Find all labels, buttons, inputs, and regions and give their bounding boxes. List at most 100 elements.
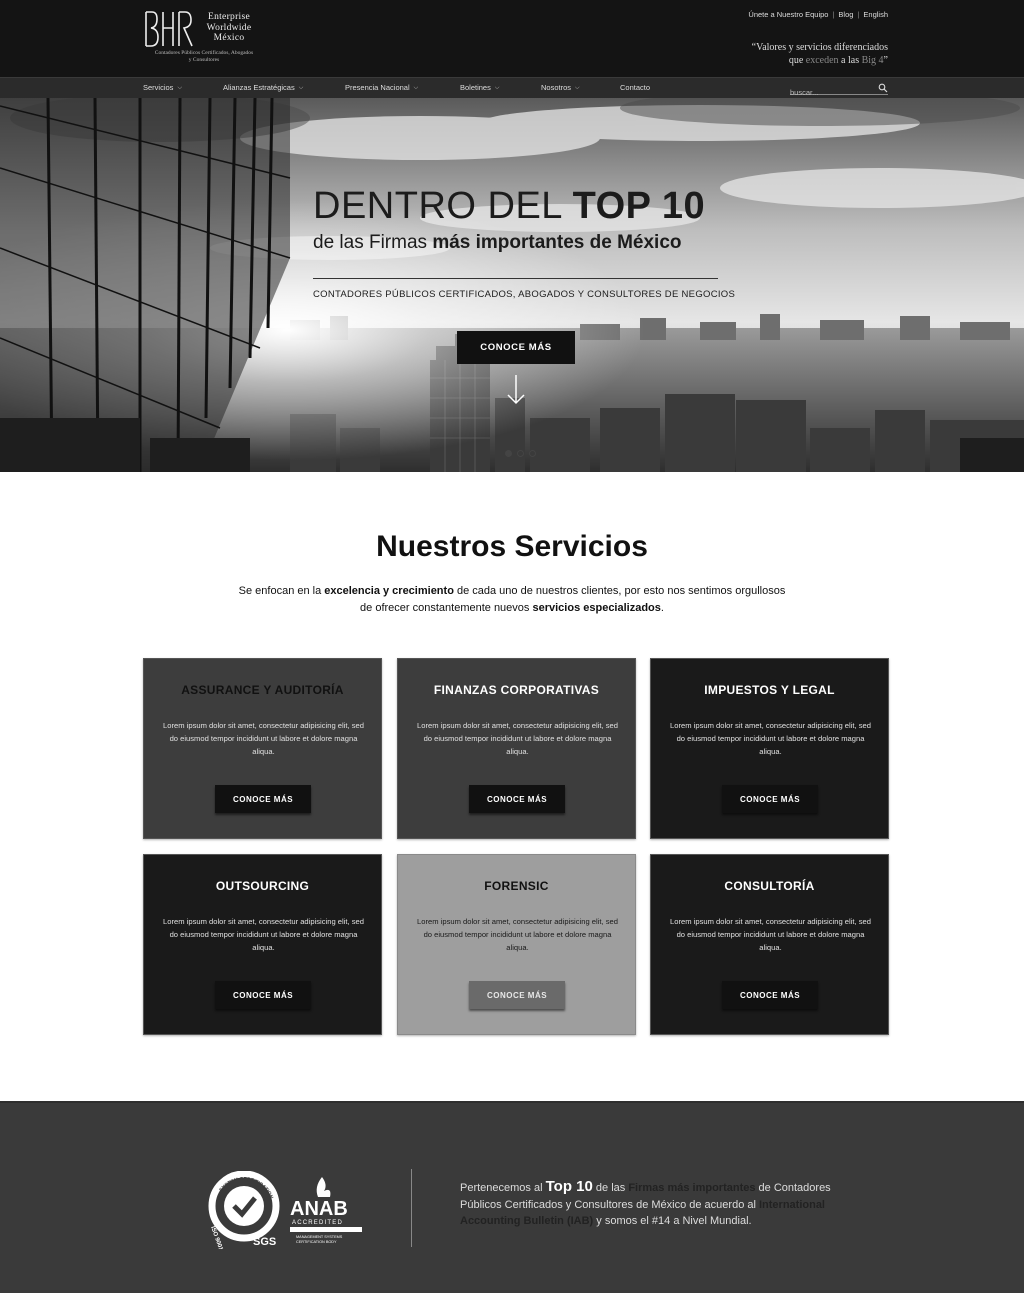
- footer-text-highlight: Firmas más importantes: [628, 1182, 756, 1194]
- search-box: [790, 82, 888, 99]
- company-logo[interactable]: Enterprise Worldwide México Contadores P…: [143, 10, 273, 68]
- nav-label: Servicios: [143, 83, 174, 92]
- hero-subtitle-bold: más importantes de México: [432, 232, 682, 253]
- hero-title-light: DENTRO DEL: [313, 185, 573, 227]
- logo-company-name: Enterprise Worldwide México: [199, 12, 259, 44]
- tagline-highlight: Big 4: [861, 54, 884, 66]
- chevron-down-icon: ⌵: [177, 85, 182, 91]
- top-links: Únete a Nuestro Equipo | Blog | English: [748, 10, 888, 19]
- search-icon[interactable]: [878, 83, 888, 93]
- card-text: Lorem ipsum dolor sit amet, consectetur …: [417, 917, 618, 952]
- card-text: Lorem ipsum dolor sit amet, consectetur …: [163, 721, 364, 756]
- card-title: OUTSOURCING: [215, 879, 310, 893]
- anab-logo-line-3: CERTIFICATION BODY: [296, 1240, 337, 1244]
- tagline-line-1: “Valores y servicios diferenciados: [751, 42, 888, 53]
- logo-name-line-3: México: [213, 33, 245, 43]
- hero-title-bold: TOP 10: [572, 185, 706, 227]
- tagline-text: que: [788, 54, 806, 66]
- header-tagline: “Valores y servicios diferenciados que e…: [752, 42, 888, 67]
- nav-item-contacto[interactable]: Contacto: [620, 83, 650, 92]
- anab-logo-accredited: ACCREDITED: [292, 1220, 343, 1226]
- nav-label: Nosotros: [541, 83, 572, 92]
- card-conoce-mas-button[interactable]: CONOCE MÁS: [722, 785, 818, 813]
- top-header: Enterprise Worldwide México Contadores P…: [0, 0, 1024, 77]
- tagline-line-2: que exceden a las Big 4”: [752, 55, 888, 68]
- logo-subtitle: Contadores Públicos Certificados, Abogad…: [143, 50, 265, 64]
- blog-link[interactable]: Blog: [838, 10, 853, 19]
- service-card-outsourcing: OUTSOURCING Lorem ipsum dolor sit amet, …: [143, 854, 382, 1035]
- service-card-assurance: ASSURANCE Y AUDITORÍA Lorem ipsum dolor …: [143, 658, 382, 839]
- iso-logo-sgs-text: SGS: [253, 1236, 276, 1248]
- chevron-down-icon: ⌵: [575, 85, 580, 91]
- card-text: Lorem ipsum dolor sit amet, consectetur …: [670, 721, 871, 756]
- anab-logo-line-2: MANAGEMENT SYSTEMS: [296, 1235, 343, 1239]
- link-separator: |: [832, 10, 835, 19]
- services-intro: Se enfocan en la excelencia y crecimient…: [232, 583, 792, 616]
- chevron-down-icon: ⌵: [494, 85, 500, 91]
- tagline-highlight: exceden: [805, 54, 839, 66]
- anab-accredited-logo-icon: ANAB ACCREDITED MANAGEMENT SYSTEMS CERTI…: [290, 1177, 362, 1244]
- logo-name-line-1: Enterprise: [207, 12, 251, 22]
- footer-text-part: y somos el #14 a Nivel Mundial.: [593, 1215, 752, 1227]
- logo-subtitle-line-2: y Consultores: [188, 57, 220, 63]
- hero-conoce-mas-button[interactable]: CONOCE MÁS: [457, 331, 575, 364]
- nav-item-presencia[interactable]: Presencia Nacional ⌵: [345, 83, 418, 93]
- nav-item-alianzas[interactable]: Alianzas Estratégicas ⌵: [223, 83, 303, 93]
- slider-dots: [505, 450, 539, 458]
- main-navbar: Servicios ⌵ Alianzas Estratégicas ⌵ Presen…: [0, 77, 1024, 99]
- card-text: Lorem ipsum dolor sit amet, consectetur …: [163, 917, 364, 952]
- intro-text: Se enfocan en la: [238, 585, 325, 597]
- nav-item-servicios[interactable]: Servicios ⌵: [143, 83, 182, 93]
- nav-label: Contacto: [620, 83, 651, 92]
- nav-label: Alianzas Estratégicas: [223, 83, 295, 92]
- hero-tagline: CONTADORES PÚBLICOS CERTIFICADOS, ABOGAD…: [313, 289, 736, 300]
- nav-label: Presencia Nacional: [345, 83, 410, 92]
- slider-dot-1[interactable]: [505, 450, 512, 457]
- footer-text-top10: Top 10: [545, 1178, 593, 1195]
- card-title: FINANZAS CORPORATIVAS: [433, 683, 600, 697]
- card-title: CONSULTORÍA: [724, 879, 815, 893]
- intro-text: .: [660, 601, 664, 614]
- card-text: Lorem ipsum dolor sit amet, consectetur …: [670, 917, 871, 952]
- search-input[interactable]: [790, 86, 876, 99]
- card-text: Lorem ipsum dolor sit amet, consectetur …: [417, 721, 618, 756]
- hero-city-image: [0, 98, 1024, 472]
- services-title: Nuestros Servicios: [376, 530, 648, 563]
- nav-item-nosotros[interactable]: Nosotros ⌵: [541, 83, 580, 93]
- footer: SYSTEM CERTIFICATION ISO 9001 SGS ANAB A…: [0, 1101, 1024, 1293]
- footer-text-part: Pertenecemos al: [460, 1182, 546, 1194]
- card-conoce-mas-button[interactable]: CONOCE MÁS: [722, 981, 818, 1009]
- intro-bold: excelencia y crecimiento: [324, 585, 454, 597]
- intro-bold: servicios especializados: [532, 601, 661, 614]
- hero-subtitle: de las Firmas más importantes de México: [313, 232, 682, 254]
- card-conoce-mas-button[interactable]: CONOCE MÁS: [469, 785, 565, 813]
- footer-text-part: de las: [592, 1182, 629, 1194]
- hero-banner: DENTRO DEL TOP 10 de las Firmas más impo…: [0, 98, 1024, 472]
- service-card-impuestos: IMPUESTOS Y LEGAL Lorem ipsum dolor sit …: [650, 658, 889, 839]
- link-separator: |: [857, 10, 860, 19]
- hero-title: DENTRO DEL TOP 10: [313, 186, 705, 226]
- nav-item-boletines[interactable]: Boletines ⌵: [460, 83, 499, 93]
- hero-divider: [313, 278, 718, 279]
- service-card-finanzas: FINANZAS CORPORATIVAS Lorem ipsum dolor …: [397, 658, 636, 839]
- card-title: FORENSIC: [484, 879, 549, 893]
- slider-dot-2[interactable]: [517, 450, 524, 457]
- chevron-down-icon: ⌵: [298, 85, 304, 91]
- logo-subtitle-line-1: Contadores Públicos Certificados, Abogad…: [154, 50, 254, 56]
- iso-9001-sgs-logo-icon: SYSTEM CERTIFICATION ISO 9001 SGS: [208, 1171, 280, 1249]
- hero-subtitle-light: de las Firmas: [313, 232, 433, 253]
- service-card-consultoria: CONSULTORÍA Lorem ipsum dolor sit amet, …: [650, 854, 889, 1035]
- bhr-logo-mark-icon: [145, 11, 193, 47]
- card-conoce-mas-button[interactable]: CONOCE MÁS: [215, 981, 311, 1009]
- english-link[interactable]: English: [863, 10, 888, 19]
- card-conoce-mas-button[interactable]: CONOCE MÁS: [469, 981, 565, 1009]
- card-conoce-mas-button[interactable]: CONOCE MÁS: [215, 785, 311, 813]
- arrow-down-icon[interactable]: [506, 374, 526, 406]
- tagline-text: a las: [838, 54, 862, 66]
- tagline-text: ”: [883, 54, 888, 66]
- card-title: IMPUESTOS Y LEGAL: [704, 683, 835, 697]
- join-team-link[interactable]: Únete a Nuestro Equipo: [748, 10, 828, 19]
- footer-text: Pertenecemos al Top 10 de las Firmas más…: [460, 1178, 860, 1230]
- slider-dot-3[interactable]: [529, 450, 536, 457]
- nav-label: Boletines: [460, 83, 491, 92]
